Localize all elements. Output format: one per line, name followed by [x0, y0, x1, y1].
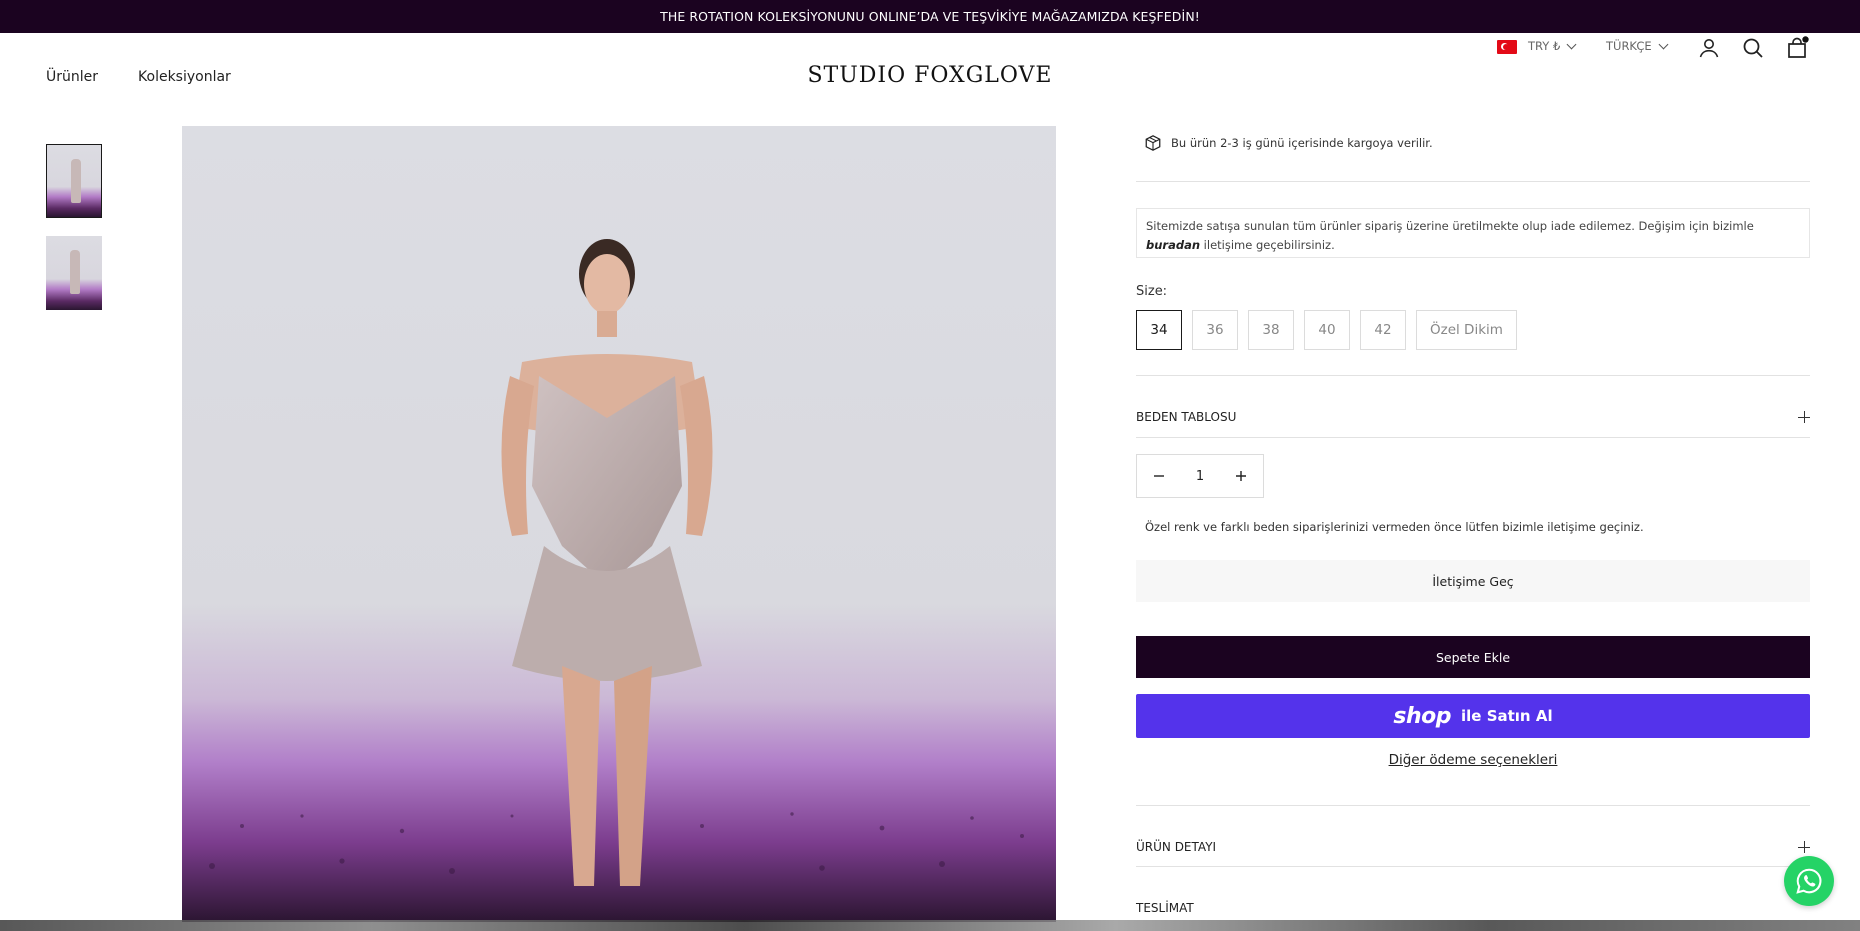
add-to-cart-button[interactable]: Sepete Ekle: [1136, 636, 1810, 678]
divider: [1136, 805, 1810, 806]
shop-pay-text: ile Satın Al: [1461, 707, 1553, 725]
thumbnail-figure: [71, 159, 81, 203]
return-notice: Sitemizde satışa sunulan tüm ürünler sip…: [1136, 208, 1810, 258]
package-icon: [1145, 135, 1161, 151]
cart-icon[interactable]: [1785, 36, 1809, 60]
chevron-down-icon: [1658, 39, 1669, 49]
search-icon[interactable]: [1741, 36, 1765, 60]
main-nav: Ürünler Koleksiyonlar: [46, 69, 231, 85]
divider: [1136, 866, 1810, 867]
product-details-accordion[interactable]: ÜRÜN DETAYI: [1136, 835, 1810, 859]
size-option-40[interactable]: 40: [1304, 310, 1350, 350]
nav-item-products[interactable]: Ürünler: [46, 69, 98, 85]
shipping-note: Bu ürün 2-3 iş günü içerisinde kargoya v…: [1144, 134, 1433, 152]
size-option-36[interactable]: 36: [1192, 310, 1238, 350]
shipping-note-text: Bu ürün 2-3 iş günü içerisinde kargoya v…: [1171, 136, 1433, 150]
bottom-image-strip: [0, 920, 1860, 931]
return-notice-link[interactable]: buradan: [1146, 238, 1200, 252]
turkey-flag-icon[interactable]: [1497, 40, 1517, 54]
divider: [1136, 437, 1810, 438]
plus-icon: [1798, 841, 1810, 853]
size-chart-label: BEDEN TABLOSU: [1136, 410, 1237, 424]
shop-pay-button[interactable]: shop ile Satın Al: [1136, 694, 1810, 738]
delivery-accordion[interactable]: TESLİMAT: [1136, 896, 1810, 920]
return-notice-text-end: iletişime geçebilirsiniz.: [1200, 238, 1335, 252]
quantity-input[interactable]: 1: [1180, 469, 1220, 484]
chevron-down-icon: [1566, 39, 1577, 49]
product-photo: [182, 126, 1056, 922]
return-notice-text: Sitemizde satışa sunulan tüm ürünler sip…: [1146, 219, 1754, 233]
product-main-image[interactable]: [182, 126, 1056, 922]
size-option-38[interactable]: 38: [1248, 310, 1294, 350]
minus-icon: [1154, 475, 1164, 477]
divider: [1136, 181, 1810, 182]
currency-label: TRY ₺: [1528, 39, 1561, 53]
whatsapp-button[interactable]: [1784, 856, 1834, 906]
quantity-stepper: 1: [1136, 454, 1264, 498]
size-options: 34 36 38 40 42 Özel Dikim: [1136, 310, 1517, 350]
logo-wrap: STUDIO FOXGLOVE: [0, 63, 1860, 88]
plus-icon: [1236, 471, 1246, 481]
plus-icon: [1798, 411, 1810, 423]
thumbnail-1[interactable]: [46, 144, 102, 218]
shop-pay-logo: shop: [1393, 703, 1452, 729]
contact-button[interactable]: İletişime Geç: [1136, 560, 1810, 602]
language-selector[interactable]: TÜRKÇE: [1606, 39, 1669, 53]
thumbnail-2[interactable]: [46, 236, 102, 310]
announcement-text: THE ROTATION KOLEKSİYONUNU ONLINE’DA VE …: [660, 9, 1200, 24]
increase-quantity-button[interactable]: [1231, 466, 1251, 486]
announcement-bar: THE ROTATION KOLEKSİYONUNU ONLINE’DA VE …: [0, 0, 1860, 33]
size-label: Size:: [1136, 284, 1168, 299]
more-payment-options-link[interactable]: Diğer ödeme seçenekleri: [1136, 752, 1810, 768]
nav-item-collections[interactable]: Koleksiyonlar: [138, 69, 231, 85]
size-option-custom[interactable]: Özel Dikim: [1416, 310, 1517, 350]
account-icon[interactable]: [1697, 36, 1721, 60]
thumbnail-figure: [70, 250, 80, 294]
size-chart-accordion[interactable]: BEDEN TABLOSU: [1136, 405, 1810, 429]
size-option-34[interactable]: 34: [1136, 310, 1182, 350]
currency-selector[interactable]: TRY ₺: [1528, 39, 1577, 53]
whatsapp-icon: [1796, 868, 1822, 894]
divider: [1136, 375, 1810, 376]
custom-order-note: Özel renk ve farklı beden siparişleriniz…: [1145, 520, 1644, 534]
site-logo[interactable]: STUDIO FOXGLOVE: [807, 63, 1052, 88]
product-details-label: ÜRÜN DETAYI: [1136, 840, 1217, 854]
site-header: Ürünler Koleksiyonlar STUDIO FOXGLOVE: [0, 33, 1860, 125]
decrease-quantity-button[interactable]: [1149, 466, 1169, 486]
size-option-42[interactable]: 42: [1360, 310, 1406, 350]
language-label: TÜRKÇE: [1606, 39, 1652, 53]
delivery-label: TESLİMAT: [1136, 901, 1194, 915]
